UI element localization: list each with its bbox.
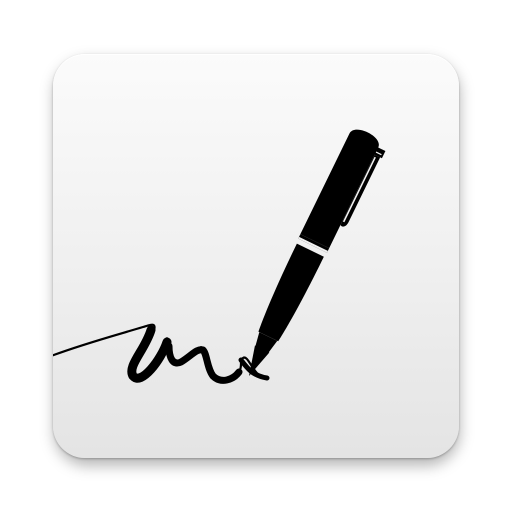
signature-stroke-icon: [53, 323, 270, 384]
icon-stage: [0, 0, 512, 512]
fountain-pen-icon: [249, 129, 386, 376]
app-icon-tile[interactable]: [53, 54, 459, 458]
pen-signature-artwork: [53, 129, 386, 384]
